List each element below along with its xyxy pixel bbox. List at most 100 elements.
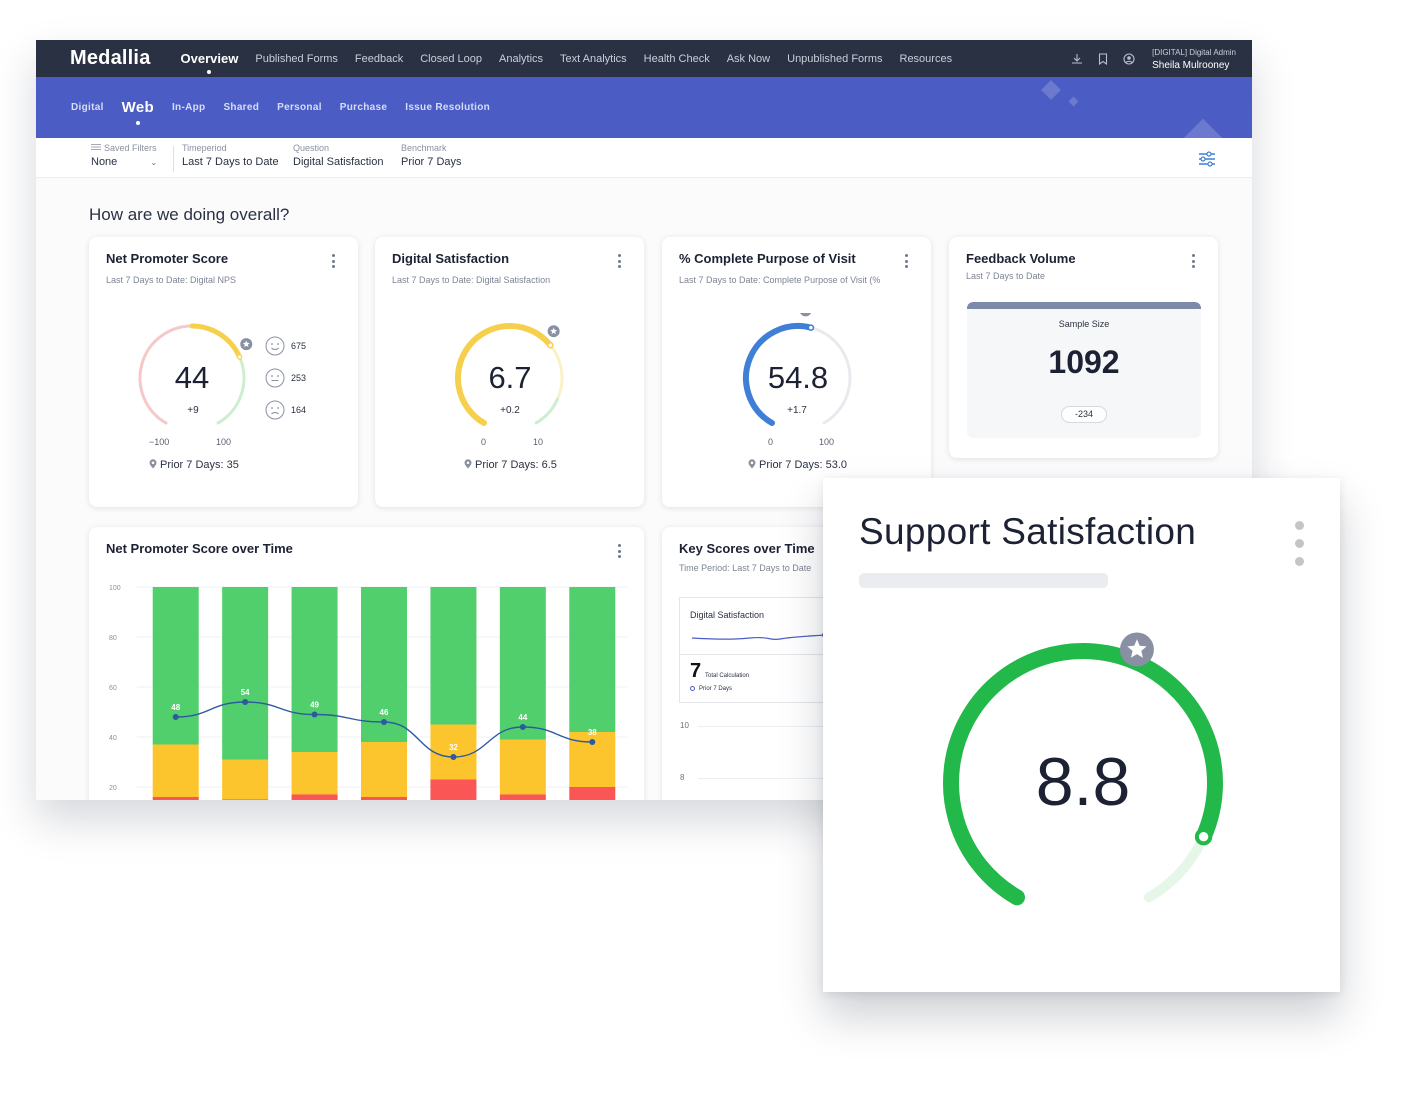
card-title: Support Satisfaction — [859, 511, 1197, 552]
tab-in-app[interactable]: In-App — [172, 102, 205, 113]
digital-satisfaction-card: Digital Satisfaction Last 7 Days to Date… — [375, 237, 644, 507]
medallia-logo[interactable]: Medallia — [70, 47, 151, 70]
question-value: Digital Satisfaction — [293, 156, 384, 168]
more-options-icon[interactable] — [617, 254, 621, 270]
nav-published-forms[interactable]: Published Forms — [255, 53, 338, 65]
more-options-icon[interactable] — [904, 254, 908, 270]
nps-over-time-card: Net Promoter Score over Time 20 40 60 80 100… — [89, 527, 644, 800]
card-subtitle: Time Period: Last 7 Days to Date — [679, 563, 812, 573]
tab-web[interactable]: Web — [122, 99, 154, 125]
saved-filters-dropdown[interactable]: Saved Filters None ⌄ — [91, 143, 157, 168]
bar-segment-passives — [361, 742, 407, 797]
filter-settings-icon[interactable] — [1198, 151, 1216, 167]
bookmark-icon[interactable] — [1096, 52, 1110, 66]
y-tick-label: 100 — [109, 585, 121, 592]
more-options-icon[interactable] — [331, 254, 335, 270]
benchmark-star-icon — [800, 313, 811, 317]
gridline — [698, 778, 838, 779]
tab-shared[interactable]: Shared — [223, 102, 259, 113]
saved-filters-label: Saved Filters — [104, 143, 157, 153]
nps-data-label: 48 — [171, 703, 180, 712]
bar-segment-promoters — [569, 587, 616, 732]
gauge-max: 100 — [216, 437, 232, 447]
nav-closed-loop[interactable]: Closed Loop — [420, 53, 482, 65]
y-tick-label: 40 — [109, 735, 117, 742]
gauge-min: −100 — [149, 437, 170, 447]
digital-satisfaction-tile[interactable]: Digital Satisfaction 7 Total Calculation… — [679, 597, 839, 703]
sample-size-value: 1092 — [1048, 344, 1120, 380]
gauge-min: 0 — [768, 437, 774, 447]
nps-data-point — [242, 699, 249, 705]
section-title: How are we doing overall? — [89, 205, 290, 224]
nav-resources[interactable]: Resources — [900, 53, 953, 65]
panel-accent-bar — [967, 302, 1201, 309]
y-tick-label: 60 — [109, 685, 117, 692]
bar-segment-promoters — [222, 587, 269, 760]
card-title: Feedback Volume — [966, 251, 1076, 266]
subtitle-placeholder-bar — [859, 573, 1108, 588]
user-role: [DIGITAL] Digital Admin — [1152, 47, 1236, 57]
axis-tick: 8 — [680, 773, 685, 782]
bar-segment-passives — [430, 724, 477, 780]
user-menu[interactable]: [DIGITAL] Digital Admin Sheila Mulrooney — [1152, 46, 1236, 72]
card-title: % Complete Purpose of Visit — [679, 251, 856, 266]
nps-data-label: 46 — [380, 708, 389, 717]
gauge-value: 54.8 — [767, 360, 829, 395]
nps-data-point — [172, 714, 179, 720]
sad-face-icon — [265, 400, 285, 420]
download-icon[interactable] — [1070, 52, 1084, 66]
nps-data-point — [381, 719, 387, 725]
more-options-icon[interactable] — [1295, 521, 1305, 566]
benchmark-star-icon — [240, 338, 253, 351]
bar-segment-passives — [499, 739, 546, 795]
nps-data-point — [311, 711, 318, 718]
nps-data-point — [519, 724, 526, 730]
promoters-count: 675 — [265, 336, 306, 356]
gauge-delta: +1.7 — [787, 405, 807, 416]
nav-overview[interactable]: Overview — [181, 51, 238, 74]
sample-size-panel: Sample Size 1092 -234 — [967, 302, 1201, 438]
y-tick-label: 20 — [109, 785, 117, 792]
gauge-marker — [807, 324, 815, 331]
tile-title: Digital Satisfaction — [690, 610, 765, 620]
gauge-marker — [547, 342, 554, 349]
nps-data-label: 54 — [241, 688, 250, 697]
complete-purpose-card: % Complete Purpose of Visit Last 7 Days … — [662, 237, 931, 507]
tab-issue-resolution[interactable]: Issue Resolution — [405, 102, 490, 113]
nav-analytics[interactable]: Analytics — [499, 53, 543, 65]
gauge-max: 10 — [533, 437, 544, 447]
more-options-icon[interactable] — [1191, 254, 1195, 270]
bar-segment-detractors — [430, 779, 477, 800]
sample-size-delta: -234 — [1061, 406, 1107, 423]
nav-unpublished-forms[interactable]: Unpublished Forms — [787, 53, 882, 65]
timeperiod-label: Timeperiod — [182, 143, 227, 153]
gauge-value: 6.7 — [488, 360, 532, 395]
question-filter[interactable]: Question Digital Satisfaction — [293, 143, 384, 168]
timeperiod-filter[interactable]: Timeperiod Last 7 Days to Date — [182, 143, 279, 168]
gauge-marker — [1194, 827, 1213, 846]
gauge-value: 8.8 — [1035, 744, 1131, 820]
saved-filters-value: None — [91, 156, 118, 168]
filter-bar: Saved Filters None ⌄ Timeperiod Last 7 D… — [36, 138, 1252, 178]
card-subtitle: Last 7 Days to Date: Digital Satisfactio… — [392, 275, 551, 285]
nps-data-label: 32 — [449, 743, 458, 752]
nps-stacked-bar-chart: 20 40 60 80 100 48 54 49 46 32 44 38 — [109, 585, 627, 800]
nav-ask-now[interactable]: Ask Now — [727, 53, 770, 65]
tab-digital[interactable]: Digital — [71, 102, 104, 113]
passives-count: 253 — [265, 368, 306, 388]
nps-data-label: 49 — [310, 701, 319, 710]
bar-segment-detractors — [499, 794, 546, 800]
bar-segment-passives — [222, 759, 269, 800]
nav-feedback[interactable]: Feedback — [355, 53, 403, 65]
bar-segment-promoters — [291, 587, 338, 752]
nav-text-analytics[interactable]: Text Analytics — [560, 53, 627, 65]
filter-sliders-icon — [91, 144, 101, 150]
detractors-count: 164 — [265, 400, 306, 420]
benchmark-filter[interactable]: Benchmark Prior 7 Days — [401, 143, 462, 168]
user-circle-icon[interactable] — [1122, 52, 1136, 66]
gauge-marker — [236, 354, 243, 360]
tab-purchase[interactable]: Purchase — [340, 102, 387, 113]
nav-health-check[interactable]: Health Check — [644, 53, 710, 65]
tab-personal[interactable]: Personal — [277, 102, 322, 113]
filter-divider — [173, 146, 174, 172]
